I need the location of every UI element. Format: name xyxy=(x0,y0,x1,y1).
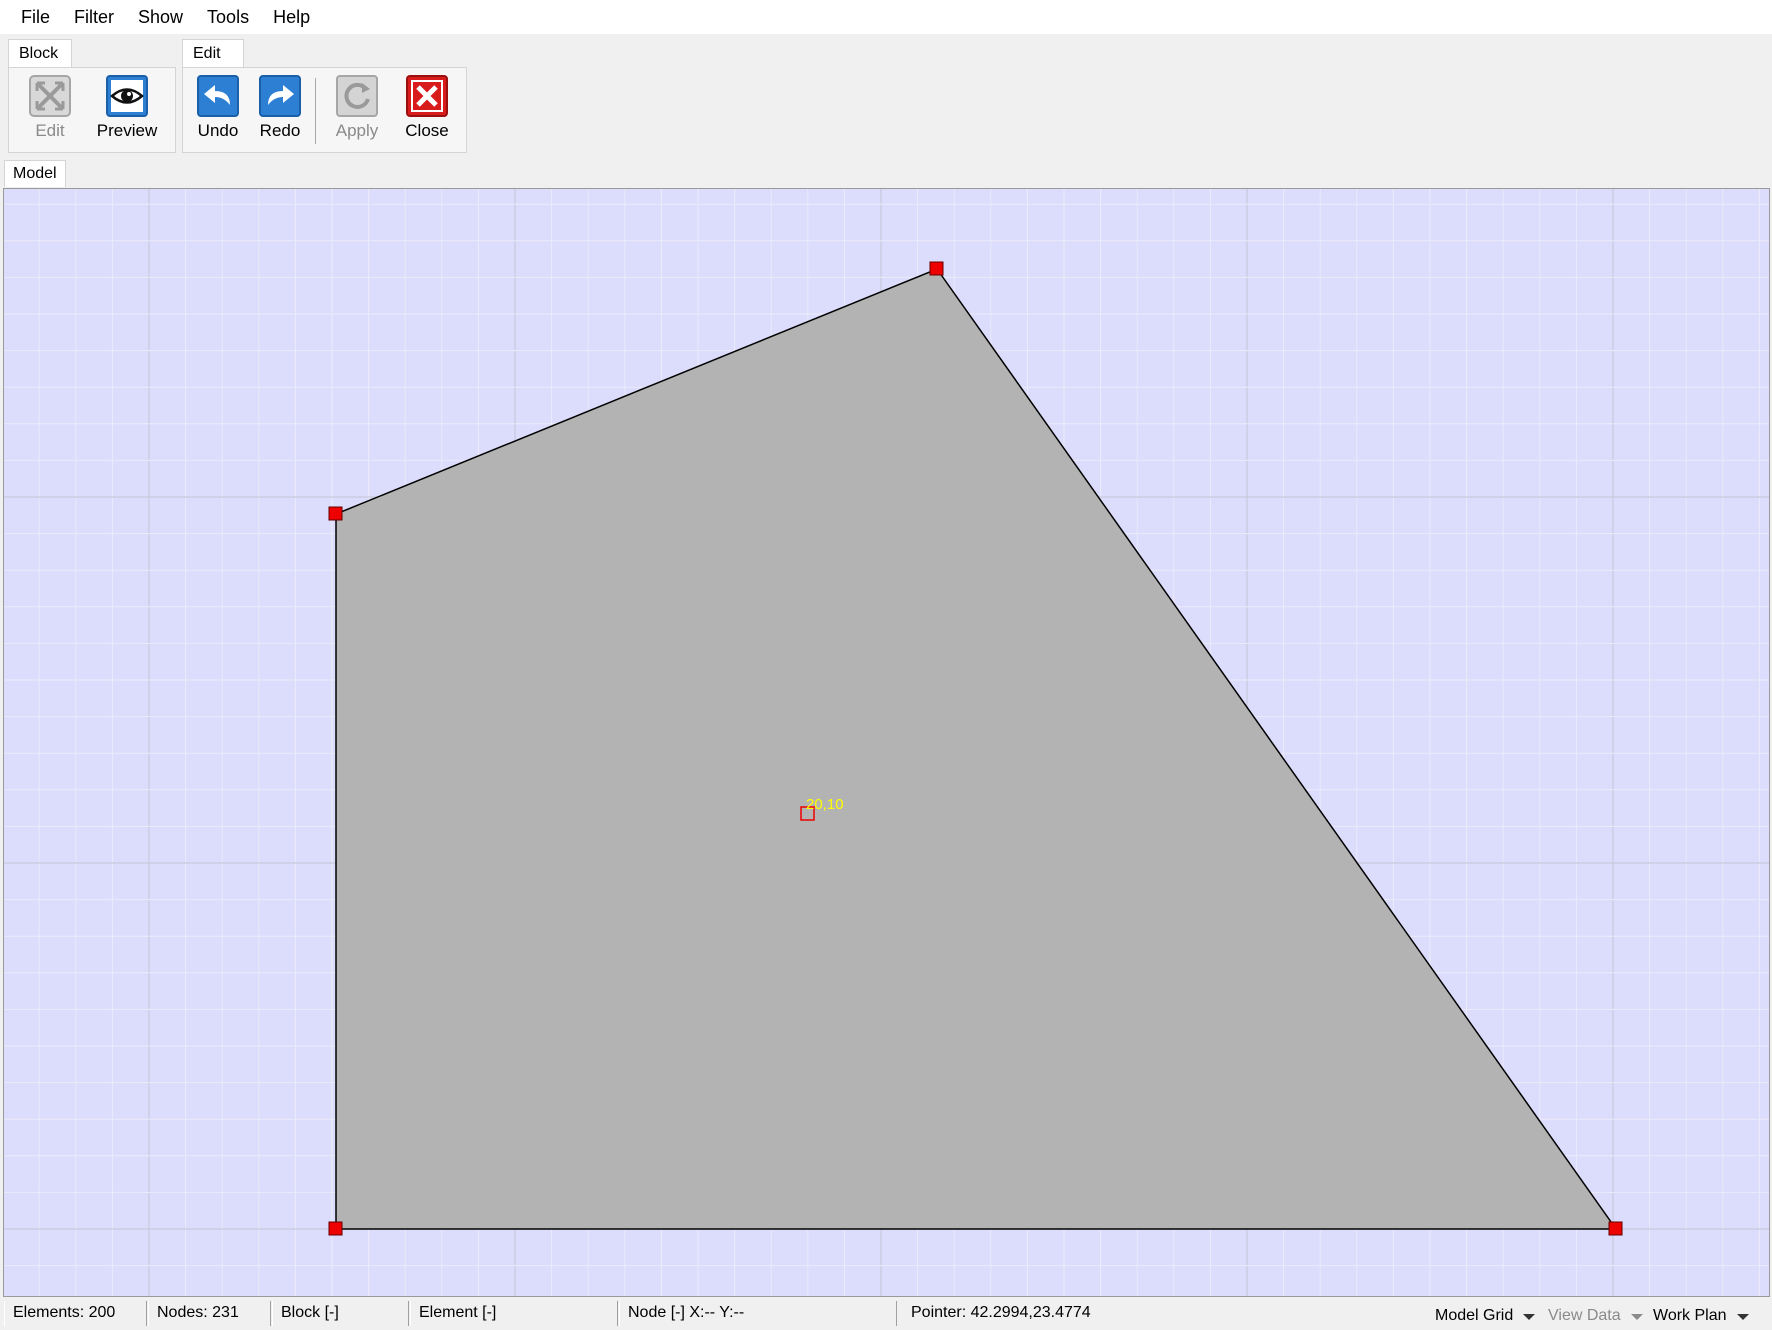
undo-arrow-icon xyxy=(197,75,239,117)
block-edit-icon xyxy=(29,75,71,117)
node-handle[interactable] xyxy=(1608,1221,1623,1236)
center-label: 20,10 xyxy=(806,796,844,813)
status-pointer: Pointer: 42.2994,23.4774 xyxy=(911,1304,1091,1321)
node-handle[interactable] xyxy=(328,1221,343,1236)
block-polygon[interactable] xyxy=(335,268,1618,1230)
model-canvas[interactable]: 20,10 xyxy=(4,189,1769,1296)
preview-button[interactable]: Preview xyxy=(97,75,157,145)
tab-edit[interactable]: Edit xyxy=(182,39,244,68)
tab-block[interactable]: Block xyxy=(8,39,72,68)
status-element: Element [-] xyxy=(410,1301,618,1326)
block-group-panel: Edit Preview xyxy=(8,67,176,153)
status-block: Block [-] xyxy=(272,1301,409,1326)
redo-arrow-icon xyxy=(259,75,301,117)
apply-button[interactable]: Apply xyxy=(327,75,387,145)
model-grid-label: Model Grid xyxy=(1435,1306,1514,1324)
menu-bar: File Filter Show Tools Help xyxy=(0,0,1772,34)
chevron-down-icon xyxy=(1523,1313,1536,1320)
edit-group-panel: Undo Redo Apply Close xyxy=(182,67,467,153)
menu-help[interactable]: Help xyxy=(261,3,322,32)
undo-button[interactable]: Undo xyxy=(188,75,248,145)
apply-label: Apply xyxy=(335,121,379,140)
work-plan-dropdown[interactable]: Work Plan xyxy=(1653,1301,1749,1326)
redo-button[interactable]: Redo xyxy=(250,75,310,145)
application-window: File Filter Show Tools Help Block Edit P… xyxy=(0,0,1772,1330)
close-label: Close xyxy=(405,121,449,140)
work-plan-label: Work Plan xyxy=(1653,1306,1727,1324)
chevron-down-icon xyxy=(1736,1313,1749,1320)
undo-label: Undo xyxy=(197,121,239,140)
redo-label: Redo xyxy=(259,121,301,140)
status-node-coords: Node [-] X:-- Y:-- xyxy=(619,1301,897,1326)
block-edit-label: Edit xyxy=(35,121,65,140)
menu-filter[interactable]: Filter xyxy=(62,3,126,32)
status-bar: Elements: 200 Nodes: 231 Block [-] Eleme… xyxy=(0,1297,1772,1330)
ribbon-toolbar: Block Edit Preview Edit Undo Redo Apply … xyxy=(0,34,1772,154)
ribbon-separator xyxy=(315,78,316,144)
chevron-down-icon xyxy=(1630,1313,1643,1320)
close-button[interactable]: Close xyxy=(397,75,457,145)
menu-file[interactable]: File xyxy=(9,3,62,32)
node-handle[interactable] xyxy=(328,506,343,521)
status-nodes: Nodes: 231 xyxy=(148,1301,271,1326)
preview-label: Preview xyxy=(96,121,158,140)
block-edit-button[interactable]: Edit xyxy=(20,75,80,145)
eye-preview-icon xyxy=(106,75,148,117)
view-data-dropdown[interactable]: View Data xyxy=(1548,1301,1643,1326)
menu-show[interactable]: Show xyxy=(126,3,195,32)
tab-model[interactable]: Model xyxy=(4,160,66,187)
view-data-label: View Data xyxy=(1548,1306,1621,1324)
menu-tools[interactable]: Tools xyxy=(195,3,261,32)
model-grid-dropdown[interactable]: Model Grid xyxy=(1435,1301,1536,1326)
close-x-icon xyxy=(406,75,448,117)
model-view[interactable]: 20,10 xyxy=(3,188,1770,1297)
status-elements: Elements: 200 xyxy=(4,1301,147,1326)
apply-refresh-icon xyxy=(336,75,378,117)
node-handle[interactable] xyxy=(929,261,944,276)
